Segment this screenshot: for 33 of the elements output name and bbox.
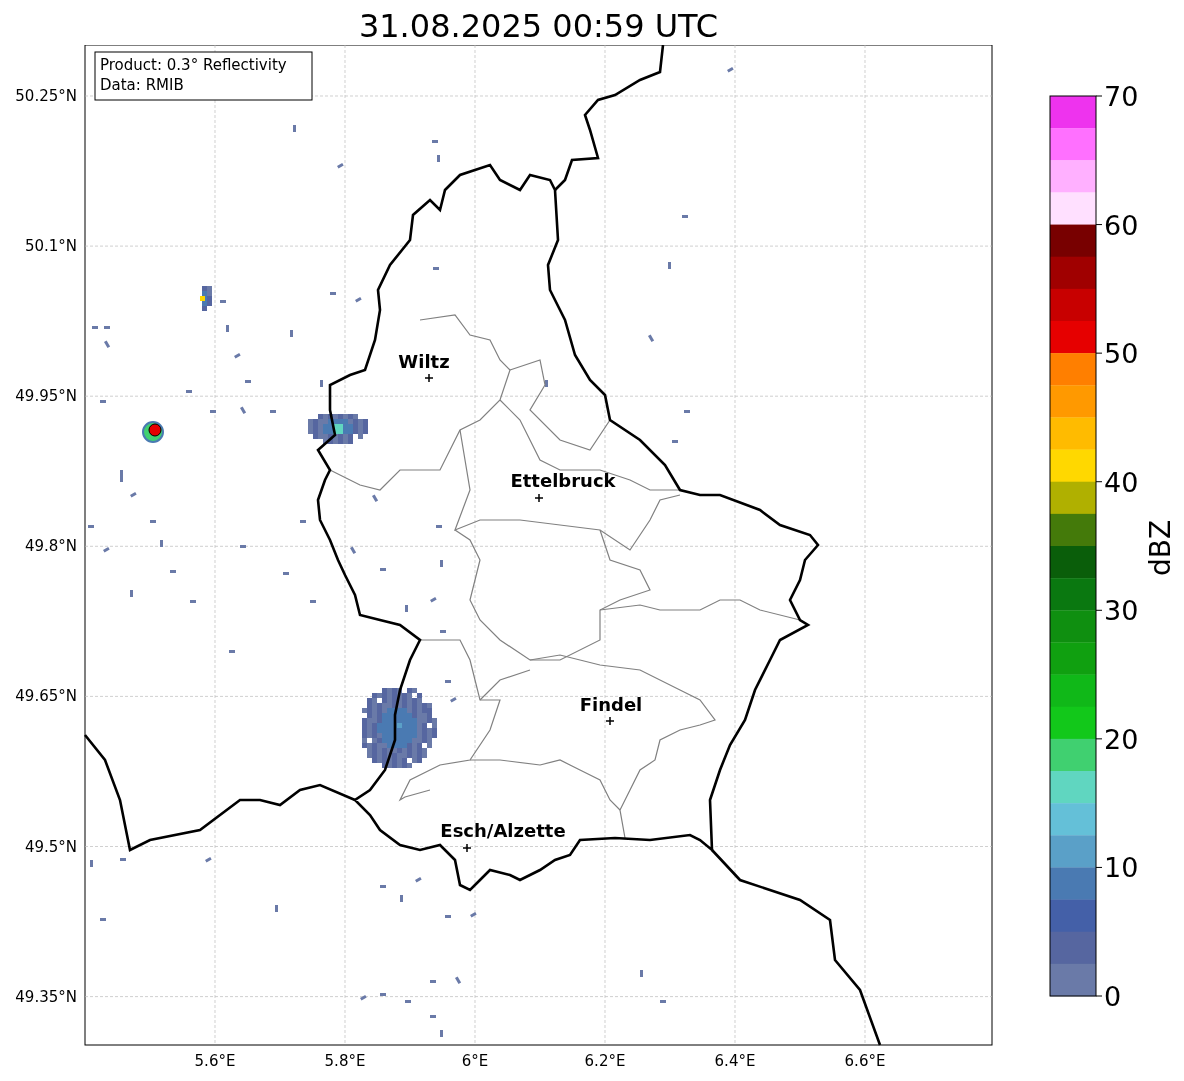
legend-text: Product: 0.3° Reflectivity xyxy=(100,56,287,74)
colorbar-tick-label: 40 xyxy=(1104,466,1139,498)
colorbar-label: dBZ xyxy=(1144,519,1177,577)
city-marker-icon xyxy=(424,373,434,383)
city-marker-icon xyxy=(605,716,615,726)
axis-tick-label: 49.95°N xyxy=(15,387,77,406)
axis-tick-label: 49.8°N xyxy=(24,537,77,556)
legend-text: Data: RMIB xyxy=(100,76,184,94)
axis-tick-label: 49.35°N xyxy=(15,987,77,1006)
colorbar-tick-label: 50 xyxy=(1104,338,1139,370)
axis-tick-label: 6.6°E xyxy=(844,1052,886,1070)
axis-tick-label: 49.5°N xyxy=(24,837,77,856)
colorbar-tick-label: 10 xyxy=(1104,852,1139,884)
axis-tick-label: 5.8°E xyxy=(324,1052,366,1070)
city-marker-icon xyxy=(462,843,472,853)
city-label: Ettelbruck xyxy=(510,470,616,491)
city-marker-icon xyxy=(534,493,544,503)
city-label: Esch/Alzette xyxy=(440,820,566,841)
chart-title: 31.08.2025 00:59 UTC xyxy=(358,6,719,45)
colorbar-tick-label: 60 xyxy=(1104,209,1139,241)
colorbar-tick-label: 20 xyxy=(1104,723,1139,755)
axis-tick-label: 6.4°E xyxy=(714,1052,756,1070)
colorbar-tick-label: 0 xyxy=(1104,981,1122,1012)
axis-tick-label: 6°E xyxy=(461,1052,489,1070)
city-label: Findel xyxy=(579,694,643,715)
colorbar-tick-label: 30 xyxy=(1104,595,1139,627)
colorbar-tick-label: 70 xyxy=(1104,81,1139,112)
axis-tick-label: 50.25°N xyxy=(15,87,77,105)
axis-tick-label: 49.65°N xyxy=(15,687,77,706)
axis-tick-label: 6.2°E xyxy=(584,1052,626,1070)
axis-tick-label: 50.1°N xyxy=(24,237,77,256)
city-label: Wiltz xyxy=(398,351,450,372)
axis-tick-label: 5.6°E xyxy=(194,1052,236,1070)
